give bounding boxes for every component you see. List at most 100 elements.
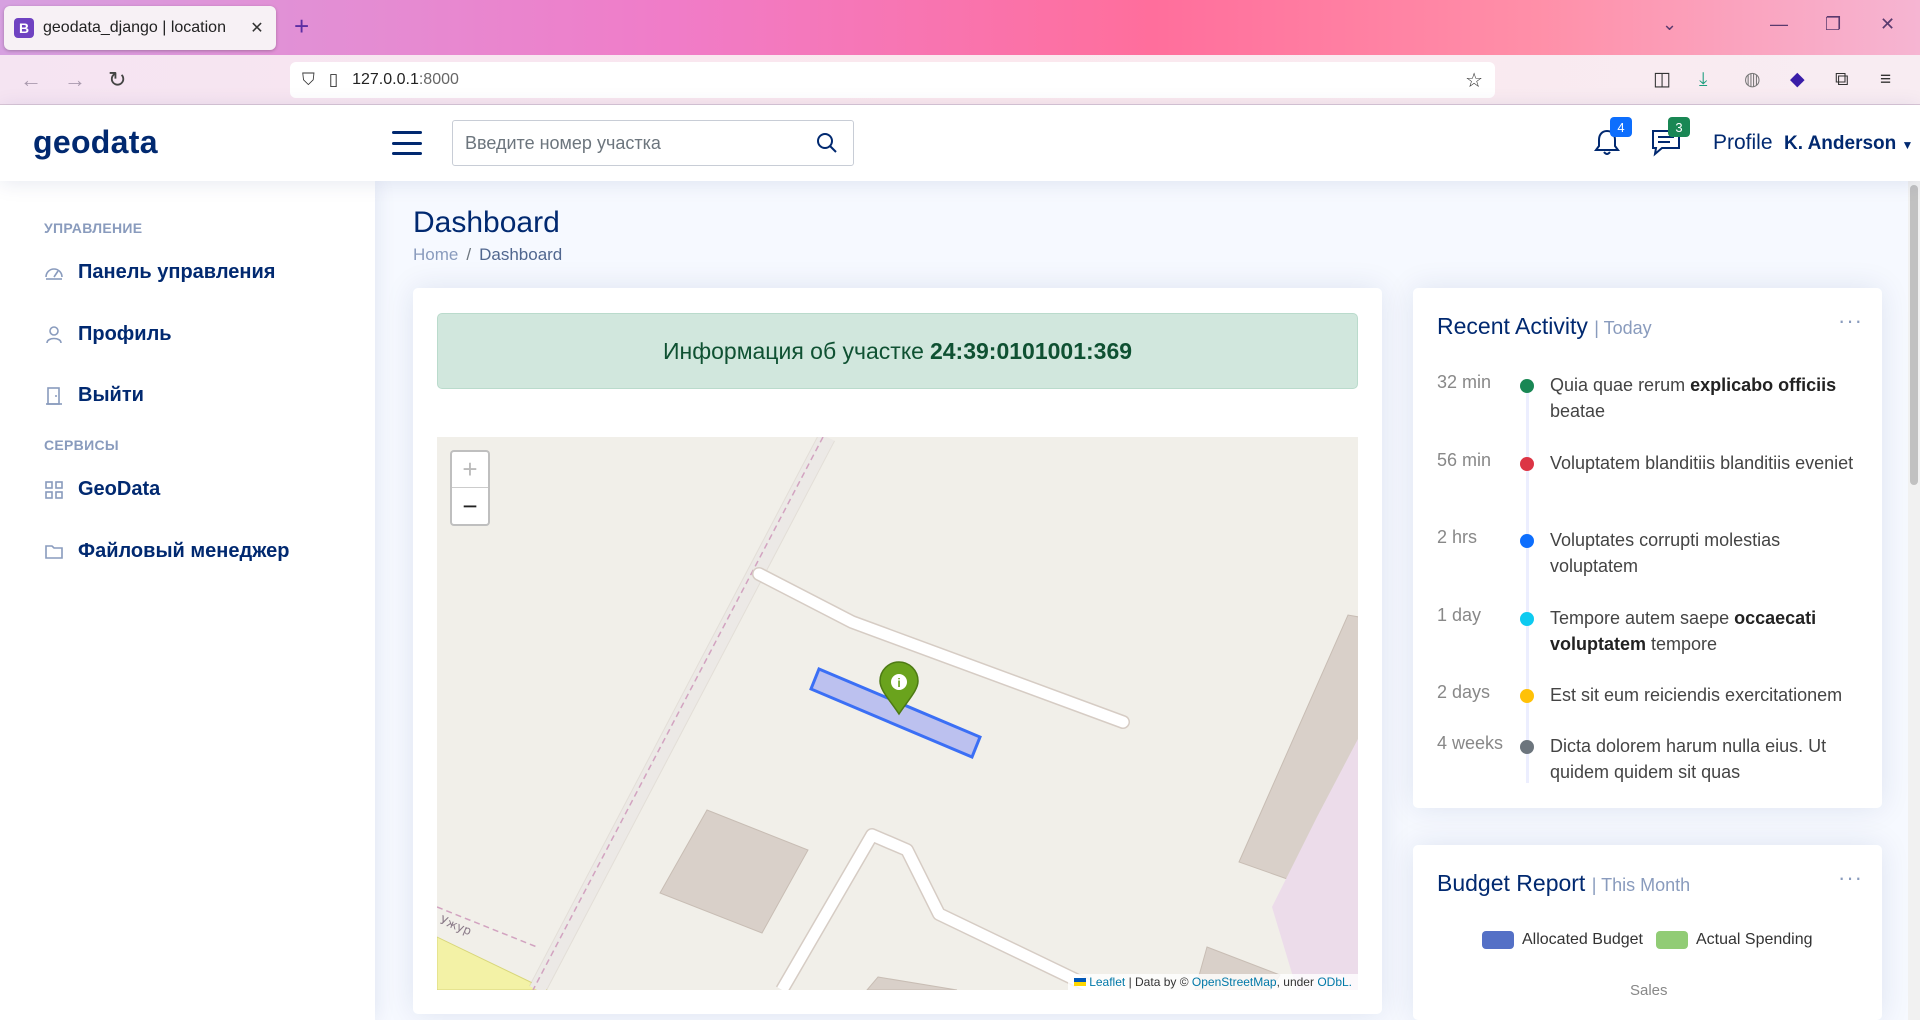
page-icon[interactable]: ▯ <box>329 70 338 90</box>
map-street-label: Ужур <box>438 913 474 938</box>
activity-time: 2 hrs <box>1437 527 1478 547</box>
parcel-map[interactable]: i Ужур + − Leaflet | Data by © OpenStree… <box>437 437 1358 990</box>
bookmark-star-icon[interactable]: ☆ <box>1465 68 1483 93</box>
url-text[interactable]: 127.0.0.1:8000 <box>352 71 1465 89</box>
svg-text:i: i <box>897 676 900 690</box>
legend-swatch <box>1482 931 1514 949</box>
breadcrumb: Home / Dashboard <box>413 245 562 265</box>
sidebar-item-logout[interactable]: Выйти <box>44 384 144 407</box>
budget-report-period: | This Month <box>1591 875 1691 895</box>
ukraine-flag-icon <box>1073 978 1086 986</box>
recent-activity-title: Recent Activity | Today <box>1437 313 1652 339</box>
sidebar-item-label: Файловый менеджер <box>78 540 290 562</box>
sidebar-item-label: Панель управления <box>78 261 276 283</box>
breadcrumb-home-link[interactable]: Home <box>413 245 458 264</box>
browser-toolbar: ← → ↻ ⛉ ▯ 127.0.0.1:8000 ☆ ◫ ⤓ ◍ ◆ ⧉ ≡ <box>0 55 1920 105</box>
osm-link[interactable]: OpenStreetMap <box>1192 975 1277 989</box>
close-window-icon[interactable]: ✕ <box>1880 14 1895 35</box>
tab-list-chevron-icon[interactable]: ⌄ <box>1662 14 1677 35</box>
dashboard-gauge-icon <box>45 267 63 280</box>
legend-swatch <box>1656 931 1688 949</box>
grid-icon <box>45 480 63 499</box>
budget-report-title: Budget Report | This Month <box>1437 870 1691 896</box>
zoom-control: + − <box>450 450 490 526</box>
more-options-icon[interactable]: ··· <box>1838 308 1863 334</box>
sidebar-item-dashboard[interactable]: Панель управления <box>44 261 275 284</box>
menu-icon[interactable]: ≡ <box>1880 69 1891 91</box>
extensions-puzzle-icon[interactable]: ⧉ <box>1835 69 1849 91</box>
notifications-count-badge: 4 <box>1610 117 1632 137</box>
sidebar-item-profile[interactable]: Профиль <box>44 323 172 346</box>
app-header: geodata 4 3 Profile K. Anderson ▼ <box>0 105 1920 181</box>
activity-dot-icon <box>1520 689 1534 703</box>
reload-icon[interactable]: ↻ <box>108 68 126 92</box>
map-building <box>866 976 958 990</box>
sidebar-item-file-manager[interactable]: Файловый менеджер <box>44 540 289 563</box>
activity-text: Quia quae rerum explicabo officiis beata… <box>1550 375 1837 421</box>
odbl-link[interactable]: ODbL. <box>1317 975 1352 989</box>
zoom-in-button[interactable]: + <box>452 452 488 488</box>
attribution-text: | Data by © <box>1128 975 1189 989</box>
parcel-info-alert: Информация об участке 24:39:0101001:369 <box>437 313 1358 389</box>
map-attribution: Leaflet | Data by © OpenStreetMap, under… <box>1067 974 1358 990</box>
recent-activity-period: | Today <box>1594 318 1652 338</box>
search-icon <box>817 133 837 153</box>
page-scrollbar[interactable] <box>1908 181 1920 1020</box>
sidebar-heading-services: СЕРВИСЫ <box>44 437 119 453</box>
messages-count-badge: 3 <box>1668 117 1690 137</box>
parcel-number: 24:39:0101001:369 <box>929 337 1133 364</box>
sidebar-item-label: Выйти <box>78 384 144 406</box>
scrollbar-thumb[interactable] <box>1910 185 1918 485</box>
activity-text: Dicta dolorem harum nulla eius. Ut quide… <box>1550 736 1827 782</box>
browser-tab-strip: B geodata_django | location ✕ + ⌄ — ❐ ✕ <box>0 0 1920 55</box>
tab-title: geodata_django | location <box>43 19 226 36</box>
map-boundary-line <box>532 437 824 990</box>
radar-axis-label: Sales <box>1630 982 1668 999</box>
close-tab-icon[interactable]: ✕ <box>248 18 266 38</box>
profile-name: K. Anderson <box>1784 133 1897 154</box>
activity-dot-icon <box>1520 457 1534 471</box>
legend-actual[interactable]: Actual Spending <box>1656 931 1813 949</box>
restore-window-icon[interactable]: ❐ <box>1825 14 1841 35</box>
activity-text: Est sit eum reiciendis exercitationem <box>1550 685 1843 705</box>
new-tab-icon[interactable]: + <box>294 12 309 40</box>
folder-icon <box>45 544 63 559</box>
leaflet-link[interactable]: Leaflet <box>1089 975 1125 989</box>
sidebar-item-label: Профиль <box>78 323 172 345</box>
browser-tab[interactable]: B geodata_django | location ✕ <box>4 6 276 50</box>
search-button[interactable] <box>813 129 841 157</box>
more-options-icon[interactable]: ··· <box>1838 865 1863 891</box>
globe-icon[interactable]: ◍ <box>1744 69 1761 91</box>
back-arrow-icon[interactable]: ← <box>20 68 42 92</box>
legend-allocated[interactable]: Allocated Budget <box>1482 931 1643 949</box>
notifications-button[interactable]: 4 <box>1592 117 1632 159</box>
activity-dot-icon <box>1520 534 1534 548</box>
minimize-window-icon[interactable]: — <box>1770 14 1788 35</box>
legend-label: Actual Spending <box>1696 931 1813 948</box>
pocket-icon[interactable]: ◫ <box>1653 69 1671 91</box>
profile-label[interactable]: Profile <box>1713 131 1773 155</box>
bootstrap-favicon-icon: B <box>14 18 34 38</box>
profile-dropdown[interactable]: K. Anderson ▼ <box>1784 133 1913 155</box>
activity-text: Voluptatem blanditiis blanditiis eveniet <box>1550 453 1854 473</box>
sidebar-toggle-icon[interactable] <box>392 131 422 155</box>
person-icon <box>46 325 62 343</box>
sidebar-item-geodata[interactable]: GeoData <box>44 478 160 501</box>
address-bar[interactable]: ⛉ ▯ 127.0.0.1:8000 ☆ <box>290 62 1495 98</box>
extension-diamond-icon[interactable]: ◆ <box>1790 69 1805 91</box>
messages-button[interactable]: 3 <box>1650 117 1690 159</box>
download-icon[interactable]: ⤓ <box>1699 69 1707 91</box>
map-tiles[interactable]: i Ужур <box>437 437 1358 990</box>
zoom-out-button[interactable]: − <box>452 488 488 524</box>
search-form <box>452 120 854 166</box>
shield-icon[interactable]: ⛉ <box>302 70 315 90</box>
sidebar: УПРАВЛЕНИЕ Панель управления Профиль Вый… <box>0 181 375 1020</box>
parcel-search-input[interactable] <box>465 132 813 154</box>
sidebar-heading-management: УПРАВЛЕНИЕ <box>44 220 143 236</box>
breadcrumb-current: Dashboard <box>479 245 563 264</box>
activity-time: 1 day <box>1437 605 1482 625</box>
forward-arrow-icon[interactable]: → <box>64 68 86 92</box>
logo[interactable]: geodata <box>33 124 158 161</box>
caret-down-icon: ▼ <box>1901 138 1914 152</box>
breadcrumb-separator: / <box>466 245 472 264</box>
